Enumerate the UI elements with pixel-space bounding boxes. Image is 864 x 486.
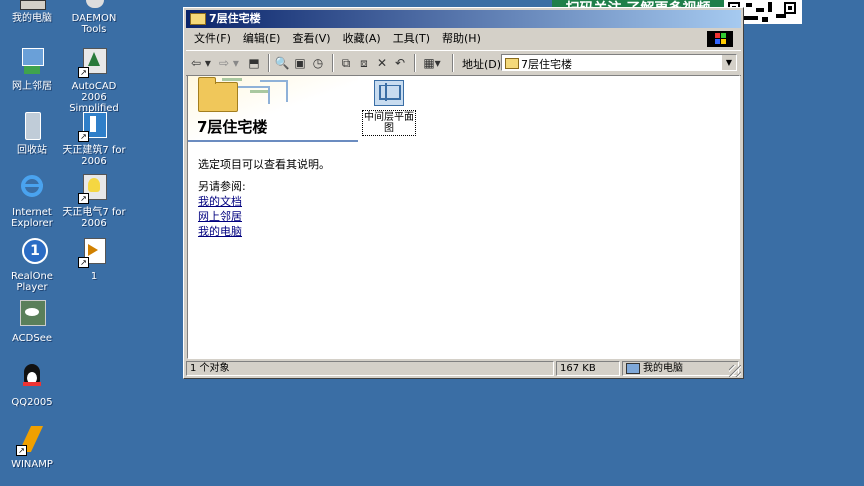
decoration	[260, 80, 288, 102]
windows-logo-icon	[707, 31, 733, 47]
status-object-count-text: 1 个对象	[190, 363, 230, 374]
resize-grip[interactable]	[729, 365, 741, 377]
window-title: 7层住宅楼	[209, 12, 261, 25]
folder-title: 7层住宅楼	[197, 118, 268, 136]
desktop-icon-label: WINAMP	[11, 459, 53, 470]
desktop-icon-daemon-tools[interactable]: DAEMON Tools	[62, 0, 126, 35]
desktop-icon-qq2005[interactable]: QQ2005	[0, 362, 64, 408]
menu-help[interactable]: 帮助(H)	[436, 29, 487, 49]
search-button[interactable]: 🔍	[274, 55, 290, 71]
desktop-icon-file-1[interactable]: ↗ 1	[62, 236, 126, 282]
status-bar: 1 个对象 167 KB 我的电脑	[186, 361, 741, 377]
folder-content[interactable]: 7层住宅楼 选定项目可以查看其说明。 另请参阅: 我的文档 网上邻居 我的电脑 …	[187, 75, 740, 359]
desktop-icon-network[interactable]: 网上邻居	[0, 46, 64, 92]
qq-penguin-icon	[16, 362, 48, 394]
desktop-icon-label: RealOne Player	[11, 271, 53, 293]
up-folder-button[interactable]: ⬒	[246, 55, 262, 71]
shortcut-arrow-icon: ↗	[78, 67, 89, 78]
file-label: 中间层平面图	[362, 110, 416, 136]
menu-file[interactable]: 文件(F)	[186, 29, 237, 49]
status-object-count: 1 个对象	[186, 361, 554, 376]
desktop-icon-label: QQ2005	[11, 397, 53, 408]
autocad-icon: ↗	[78, 46, 110, 78]
desktop-icon-my-computer[interactable]: 我的电脑	[0, 0, 64, 24]
desktop-icon-label: 回收站	[17, 145, 47, 156]
views-button[interactable]: ▦▾	[420, 55, 444, 71]
menu-tools[interactable]: 工具(T)	[387, 29, 436, 49]
link-my-documents[interactable]: 我的文档	[198, 193, 242, 209]
window-titlebar[interactable]: 7层住宅楼	[186, 10, 741, 28]
address-label: 地址(D)	[462, 58, 502, 71]
winamp-icon: ↗	[16, 424, 48, 456]
back-button[interactable]: ⇦ ▾	[190, 55, 212, 71]
menu-favorites[interactable]: 收藏(A)	[337, 29, 387, 49]
toolbar: ⇦ ▾ ⇨ ▾ ⬒ 🔍 ▣ ◷ ⧉ ⧈ ✕ ↶ ▦▾ 地址(D) 7层住宅楼 ▼	[186, 50, 741, 76]
move-to-button[interactable]: ⧉	[338, 55, 354, 71]
desktop-icon-tangent-architecture[interactable]: ↗ 天正建筑7 for 2006	[62, 110, 126, 167]
desktop-icon-internet-explorer[interactable]: Internet Explorer	[0, 172, 64, 229]
menu-bar: 文件(F) 编辑(E) 查看(V) 收藏(A) 工具(T) 帮助(H)	[186, 29, 741, 49]
undo-button[interactable]: ↶	[392, 55, 408, 71]
network-icon	[16, 46, 48, 78]
folders-button[interactable]: ▣	[292, 55, 308, 71]
webview-header: 7层住宅楼	[188, 76, 358, 142]
menu-view[interactable]: 查看(V)	[286, 29, 336, 49]
computer-icon	[16, 0, 48, 10]
decoration	[222, 78, 242, 81]
desktop-icon-label: ACDSee	[12, 333, 52, 344]
menu-edit[interactable]: 编辑(E)	[237, 29, 287, 49]
tangent-architecture-icon: ↗	[78, 110, 110, 142]
shortcut-arrow-icon: ↗	[78, 257, 89, 268]
toolbar-separator	[414, 54, 416, 72]
status-size: 167 KB	[556, 361, 620, 376]
file-item[interactable]: 中间层平面图	[362, 80, 416, 136]
toolbar-separator	[452, 54, 454, 72]
desktop-icon-label: 网上邻居	[12, 81, 52, 92]
desktop-icon-label: 1	[90, 271, 98, 282]
shortcut-arrow-icon: ↗	[16, 445, 27, 456]
internet-explorer-icon	[16, 172, 48, 204]
desktop-icon-acdsee[interactable]: ACDSee	[0, 298, 64, 344]
forward-button[interactable]: ⇨ ▾	[218, 55, 240, 71]
selection-hint: 选定项目可以查看其说明。	[198, 158, 330, 171]
status-location-text: 我的电脑	[643, 363, 683, 374]
media-file-icon: ↗	[78, 236, 110, 268]
desktop-icon-realone-player[interactable]: 1 RealOne Player	[0, 236, 64, 293]
history-button[interactable]: ◷	[310, 55, 326, 71]
desktop-icon-label: 天正建筑7 for 2006	[62, 145, 126, 167]
delete-button[interactable]: ✕	[374, 55, 390, 71]
shortcut-arrow-icon: ↗	[78, 131, 89, 142]
large-folder-icon	[198, 77, 238, 112]
link-my-computer[interactable]: 我的电脑	[198, 223, 242, 239]
desktop-icon-label: 我的电脑	[12, 13, 52, 24]
folder-icon	[505, 58, 519, 69]
shortcut-arrow-icon: ↗	[78, 193, 89, 204]
desktop-icon-label: DAEMON Tools	[71, 13, 117, 35]
explorer-window[interactable]: 7层住宅楼 文件(F) 编辑(E) 查看(V) 收藏(A) 工具(T) 帮助(H) ⇦ ▾…	[183, 7, 744, 379]
desktop-icon-tangent-electrical[interactable]: ↗ 天正电气7 for 2006	[62, 172, 126, 229]
computer-icon	[626, 362, 640, 374]
toolbar-separator	[268, 54, 270, 72]
address-value: 7层住宅楼	[521, 58, 572, 71]
folder-icon	[190, 13, 206, 25]
status-size-text: 167 KB	[560, 363, 596, 374]
dwg-file-icon	[374, 80, 404, 106]
link-network-places[interactable]: 网上邻居	[198, 208, 242, 224]
status-location: 我的电脑	[622, 361, 739, 376]
address-bar[interactable]: 7层住宅楼 ▼	[501, 54, 737, 71]
desktop-icon-label: 天正电气7 for 2006	[62, 207, 126, 229]
copy-to-button[interactable]: ⧈	[356, 55, 372, 71]
toolbar-separator	[332, 54, 334, 72]
see-also-label: 另请参阅:	[198, 180, 246, 193]
desktop-icon-label: Internet Explorer	[11, 207, 53, 229]
acdsee-icon	[16, 298, 48, 330]
daemon-tools-icon	[78, 0, 110, 10]
realone-player-icon: 1	[16, 236, 48, 268]
chevron-down-icon[interactable]: ▼	[721, 55, 736, 70]
desktop-icon-winamp[interactable]: ↗ WINAMP	[0, 424, 64, 470]
desktop-icon-recycle-bin[interactable]: 回收站	[0, 110, 64, 156]
recycle-bin-icon	[16, 110, 48, 142]
tangent-electrical-icon: ↗	[78, 172, 110, 204]
